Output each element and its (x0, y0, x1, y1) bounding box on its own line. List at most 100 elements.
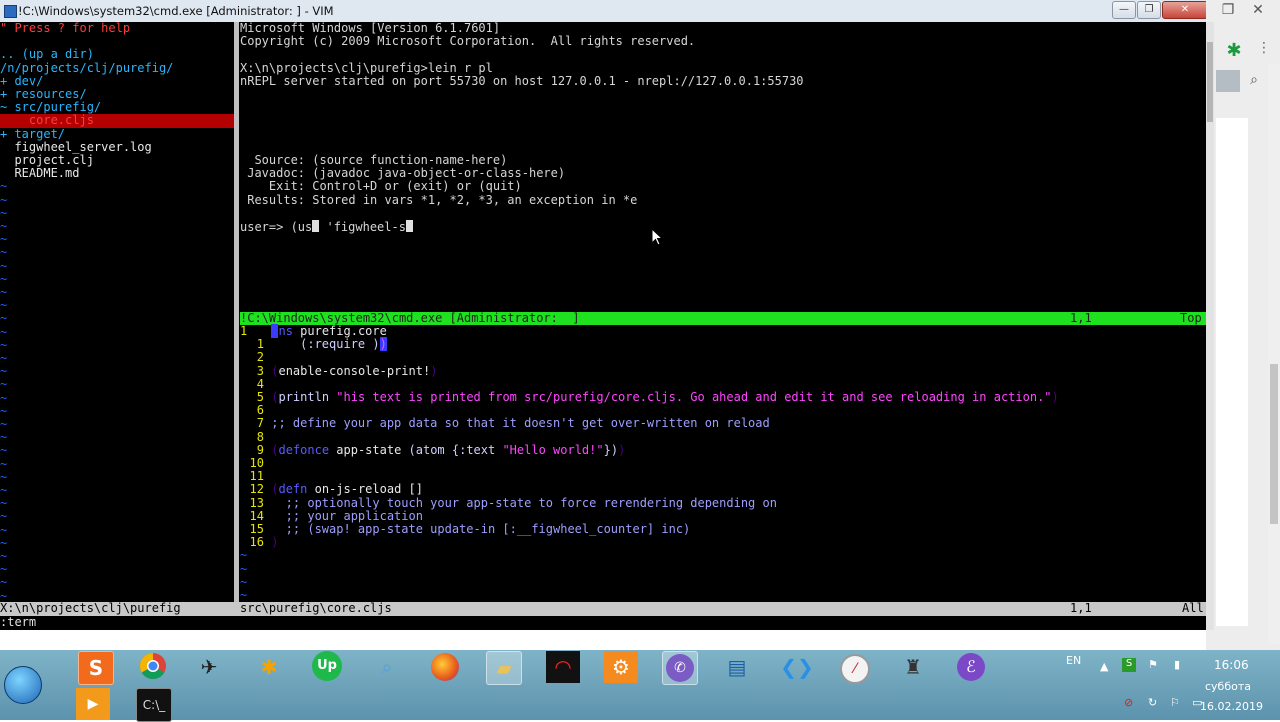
app-icon[interactable]: ♜ (896, 651, 930, 683)
language-indicator[interactable]: EN (1066, 654, 1081, 667)
scrollbar-thumb[interactable] (1207, 42, 1213, 122)
tray-expand-icon[interactable]: ▲ (1100, 660, 1108, 673)
start-button[interactable] (4, 666, 42, 704)
sublime-text-icon[interactable]: S (78, 651, 114, 685)
terminal-scroll-position: Top (1180, 311, 1202, 325)
mouse-pointer-icon (651, 228, 663, 246)
emacs-icon[interactable]: ℰ (957, 653, 985, 681)
app-icon[interactable]: ▤ (720, 651, 754, 683)
code-line: 5 (println "his text is printed from src… (256, 390, 1059, 404)
empty-line-marker: ~ (0, 192, 8, 207)
maximize-button[interactable]: ❐ (1137, 1, 1161, 19)
menu-dots-icon[interactable]: ⋮ (1256, 40, 1272, 56)
code-line: 9 (defonce app-state (atom {:text "Hello… (256, 442, 626, 457)
terminal-line: Copyright (c) 2009 Microsoft Corporation… (240, 34, 696, 49)
search-app-icon[interactable]: ⌕ (370, 651, 404, 683)
skype-tray-icon[interactable]: S (1122, 658, 1136, 672)
terminal-line: X:\n\projects\clj\purefig>lein r pl (240, 60, 493, 75)
clock-time[interactable]: 16:06 (1214, 658, 1249, 672)
tree-item-target[interactable]: + target/ (0, 127, 65, 141)
empty-line-marker: ~ (0, 456, 8, 471)
tree-root-path[interactable]: /n/projects/clj/purefig/ (0, 61, 173, 75)
vertical-split-bar[interactable] (234, 22, 239, 602)
repl-prompt-text: user=> (us (240, 220, 313, 234)
vim-status-line: X:\n\projects\clj\purefig src\purefig\co… (0, 601, 1206, 616)
empty-line-marker: ~ (0, 443, 8, 458)
page-content-strip (1216, 118, 1248, 626)
app-icon[interactable]: ◠ (546, 651, 580, 683)
tree-item-figwheel-log[interactable]: figwheel_server.log (0, 140, 151, 154)
vscode-icon[interactable]: ❮❯ (780, 651, 814, 683)
tree-item-dev[interactable]: + dev/ (0, 74, 43, 88)
terminal-cursor-position: 1,1 (1070, 311, 1092, 325)
code-line: 2 (256, 350, 264, 365)
image-thumbnail[interactable] (1216, 70, 1240, 92)
terminal-line: Exit: Control+D or (exit) or (quit) (240, 179, 522, 194)
text-cursor (405, 220, 413, 232)
network-icon[interactable]: ▮ (1174, 658, 1180, 671)
repl-prompt-tail: 'figwheel-s (319, 220, 406, 234)
restore-icon[interactable]: ❐ (1220, 2, 1236, 18)
explorer-icon[interactable]: ▰ (486, 651, 522, 685)
empty-line-marker: ~ (0, 377, 8, 392)
close-button[interactable]: ✕ (1162, 1, 1208, 19)
tree-status-path: X:\n\projects\clj\purefig (0, 601, 181, 615)
cmd-icon[interactable]: C:\_ (136, 688, 172, 722)
empty-line-marker: ~ (240, 548, 248, 563)
chrome-icon[interactable] (136, 651, 170, 683)
browser-scrollbar[interactable] (1268, 64, 1280, 644)
firefox-icon[interactable] (431, 653, 459, 681)
tree-item-up-dir[interactable]: .. (up a dir) (0, 48, 94, 61)
close-icon[interactable]: ✕ (1250, 2, 1266, 18)
code-line: 7 ;; define your app data so that it doe… (256, 416, 770, 431)
vim-window-scrollbar[interactable] (1206, 22, 1214, 630)
terminal-line: nREPL server started on port 55730 on ho… (240, 73, 804, 88)
app-icon[interactable]: ✈ (192, 651, 226, 683)
empty-line-marker: ~ (0, 390, 8, 405)
empty-line-marker: ~ (0, 324, 8, 339)
tree-item-src-purefig[interactable]: ~ src/purefig/ (0, 100, 101, 114)
empty-line-marker: ~ (0, 311, 8, 326)
code-buffer[interactable]: 1 (ns purefig.core 1 (:require )) 2 3 (en… (240, 324, 1206, 602)
media-player-icon[interactable]: ▶ (76, 688, 110, 720)
empty-line-marker: ~ (0, 258, 8, 273)
empty-line-marker: ~ (0, 509, 8, 524)
empty-line-marker: ~ (0, 522, 8, 537)
minimize-button[interactable]: — (1112, 1, 1136, 19)
settings-icon[interactable]: ⚙ (604, 651, 638, 683)
tree-item-readme[interactable]: README.md (0, 166, 79, 180)
scrollbar-thumb[interactable] (1270, 364, 1278, 524)
code-line: 15 ;; (swap! app-state update-in [:__fig… (249, 522, 691, 536)
flag-icon[interactable]: ⚐ (1170, 696, 1180, 709)
keyboard-flag-icon[interactable]: ⚑ (1148, 658, 1158, 671)
clock-date[interactable]: 16.02.2019 (1200, 700, 1263, 713)
app-icon[interactable]: ✱ (252, 651, 286, 683)
file-status-name: src\purefig\core.cljs (240, 601, 392, 615)
tree-item-core-cljs[interactable]: core.cljs (0, 114, 234, 128)
app-icon[interactable]: ⁄ (840, 654, 870, 684)
file-scroll-position: All (1182, 601, 1204, 615)
window-title: !C:\Windows\system32\cmd.exe [Administra… (18, 4, 334, 18)
vim-editor[interactable]: " Press ? for help .. (up a dir) /n/proj… (0, 21, 1206, 630)
empty-line-marker: ~ (0, 179, 8, 194)
empty-line-marker: ~ (240, 561, 248, 576)
upwork-icon[interactable]: Up (312, 651, 342, 681)
repl-prompt-line[interactable]: user=> (us 'figwheel-s (240, 220, 413, 234)
code-line: 3 (enable-console-print!) (256, 363, 438, 378)
vim-command-line[interactable]: :term (0, 615, 1206, 630)
windows-taskbar: S ✈ ✱ Up ⌕ ▰ ◠ ⚙ ✆ ▤ ❮❯ ⁄ ♜ ℰ ▶ C:\_ EN … (0, 650, 1280, 722)
tree-help-hint: " Press ? for help (0, 22, 131, 35)
search-icon[interactable]: ⌕ (1246, 72, 1262, 88)
terminal-pane[interactable]: Microsoft Windows [Version 6.1.7601] Cop… (240, 21, 1206, 312)
extension-icon[interactable]: ✱ (1224, 40, 1244, 61)
volume-muted-icon[interactable]: ⊘ (1124, 696, 1133, 709)
vim-app-icon (4, 5, 17, 18)
window-titlebar: !C:\Windows\system32\cmd.exe [Administra… (0, 0, 1214, 22)
clock-day[interactable]: суббота (1205, 680, 1251, 693)
sync-icon[interactable]: ↻ (1148, 696, 1157, 709)
file-tree-pane[interactable]: " Press ? for help .. (up a dir) /n/proj… (0, 22, 234, 602)
viber-icon[interactable]: ✆ (666, 654, 694, 682)
terminal-line: Results: Stored in vars *1, *2, *3, an e… (240, 192, 638, 207)
file-cursor-position: 1,1 (1070, 601, 1092, 615)
code-line: 8 (256, 429, 264, 444)
